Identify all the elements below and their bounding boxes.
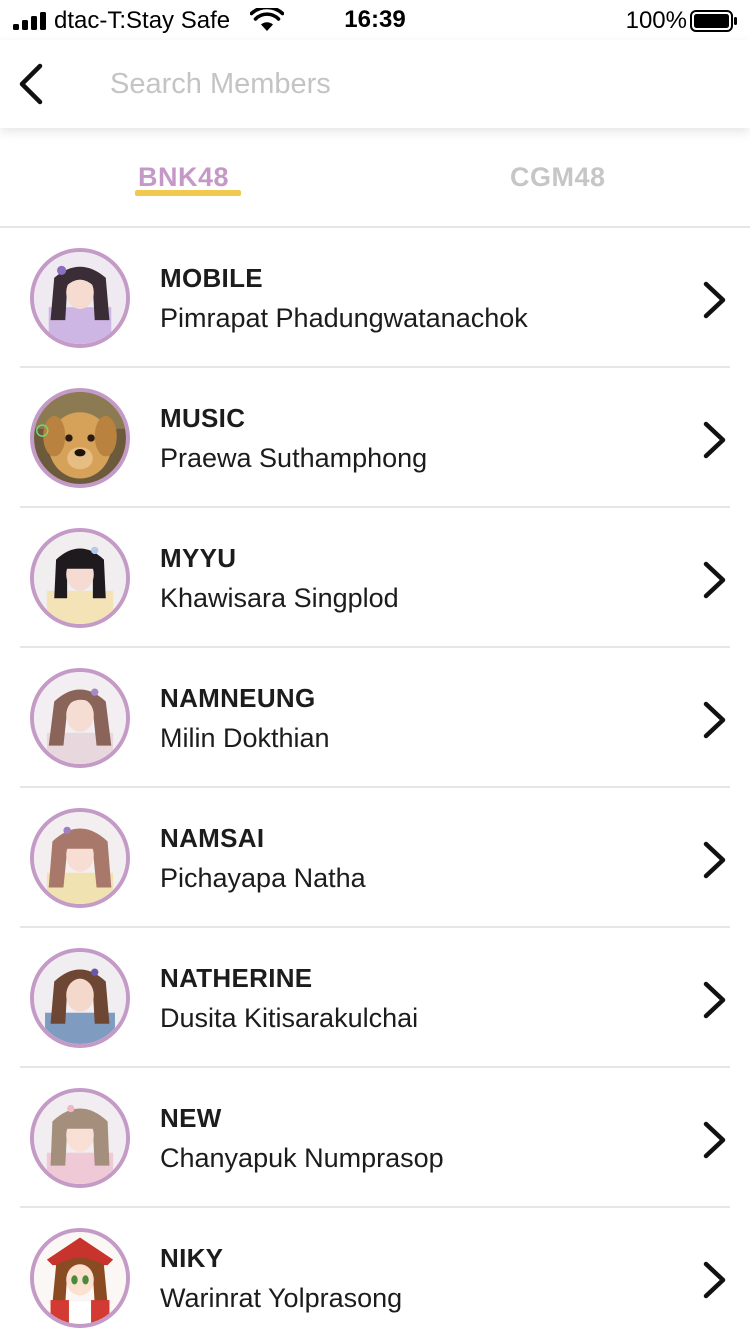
member-row[interactable]: NATHERINE Dusita Kitisarakulchai [20,928,730,1068]
member-full-name: Khawisara Singplod [160,583,399,613]
chevron-right-icon [703,841,726,879]
member-list: MOBILE Pimrapat Phadungwatanachok MUSIC … [0,228,750,1334]
member-avatar [30,388,130,488]
chevron-right-icon [703,281,726,319]
member-avatar [30,948,130,1048]
member-avatar [30,248,130,348]
back-arrow-icon[interactable] [10,60,54,108]
tab-cgm48[interactable]: CGM48 [510,162,606,193]
member-nickname: MUSIC [160,403,246,433]
member-avatar [30,528,130,628]
member-row[interactable]: NIKY Warinrat Yolprasong [20,1208,730,1334]
battery-percentage: 100% [625,7,687,34]
group-tabs: BNK48 CGM48 [0,128,750,228]
member-nickname: MOBILE [160,263,263,293]
member-nickname: NATHERINE [160,963,313,993]
status-bar: dtac-T:Stay Safe 16:39 100% [0,0,750,40]
member-nickname: NAMSAI [160,823,265,853]
member-nickname: NAMNEUNG [160,683,316,713]
member-row[interactable]: MYYU Khawisara Singplod [20,508,730,648]
member-avatar [30,1228,130,1328]
member-row[interactable]: MUSIC Praewa Suthamphong [20,368,730,508]
active-tab-indicator [135,190,241,196]
member-nickname: NIKY [160,1243,224,1273]
member-full-name: Chanyapuk Numprasop [160,1143,444,1173]
battery-icon [690,10,737,32]
member-full-name: Milin Dokthian [160,723,330,753]
search-header [0,40,750,128]
member-nickname: MYYU [160,543,237,573]
chevron-right-icon [703,981,726,1019]
member-avatar [30,1088,130,1188]
member-row[interactable]: NEW Chanyapuk Numprasop [20,1068,730,1208]
chevron-right-icon [703,1261,726,1299]
chevron-right-icon [703,561,726,599]
tab-bnk48[interactable]: BNK48 [138,162,229,193]
member-avatar [30,808,130,908]
chevron-right-icon [703,421,726,459]
chevron-right-icon [703,701,726,739]
member-full-name: Pichayapa Natha [160,863,366,893]
member-row[interactable]: MOBILE Pimrapat Phadungwatanachok [20,228,730,368]
member-row[interactable]: NAMSAI Pichayapa Natha [20,788,730,928]
member-full-name: Dusita Kitisarakulchai [160,1003,419,1033]
member-full-name: Praewa Suthamphong [160,443,428,473]
member-nickname: NEW [160,1103,222,1133]
search-input[interactable] [110,62,710,106]
member-full-name: Pimrapat Phadungwatanachok [160,303,528,333]
chevron-right-icon [703,1121,726,1159]
member-row[interactable]: NAMNEUNG Milin Dokthian [20,648,730,788]
member-full-name: Warinrat Yolprasong [160,1283,403,1313]
member-avatar [30,668,130,768]
